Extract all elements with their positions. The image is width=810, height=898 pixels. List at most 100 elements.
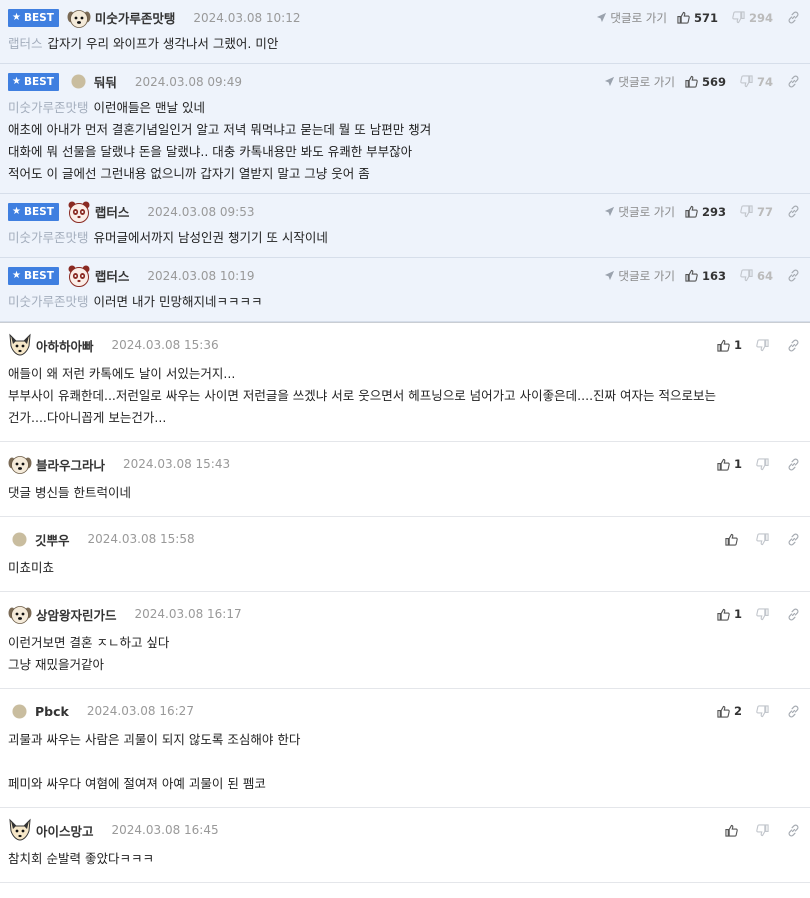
- downvote-button[interactable]: 64: [740, 269, 773, 283]
- permalink-button[interactable]: [787, 75, 800, 88]
- reply-target-nick[interactable]: 미숫가루존맛탱: [8, 230, 89, 245]
- star-icon: ★: [12, 206, 21, 217]
- comment-body: 랩터스 갑자기 우리 와이프가 생각나서 그랬어. 미안: [8, 33, 802, 63]
- default-avatar-icon: [71, 74, 86, 89]
- upvote-button[interactable]: 1: [717, 607, 742, 621]
- comment-line: 미쵸미쵸: [8, 557, 802, 579]
- comment-line: 부부사이 유쾌한데...저런일로 싸우는 사이면 저런글을 쓰겠냐 서로 웃으면…: [8, 385, 802, 407]
- comment-line: 건가....다아니꼽게 보는건가...: [8, 407, 802, 429]
- dog-avatar-icon: [67, 9, 91, 28]
- comment-line: 댓글 병신들 한트럭이네: [8, 482, 802, 504]
- comment-line: 이런거보면 결혼 ㅈㄴ하고 싶다: [8, 632, 802, 654]
- downvote-button[interactable]: [756, 338, 773, 352]
- permalink-button[interactable]: [787, 11, 800, 24]
- downvote-button[interactable]: 294: [732, 11, 773, 25]
- thumbs-down-icon: [756, 532, 769, 545]
- comment-line: 참치회 순발력 좋았다ㅋㅋㅋ: [8, 848, 802, 870]
- comment-actions: 댓글로 가기 163 64: [604, 268, 800, 284]
- author-nick[interactable]: 아이스망고: [36, 821, 94, 840]
- fox-avatar-icon: [9, 333, 31, 356]
- comment-text: 페미와 싸우다 여혐에 절여져 아예 괴물이 된 펨코: [8, 776, 266, 791]
- author-nick[interactable]: 상암왕자린가드: [36, 605, 117, 624]
- upvote-button[interactable]: [725, 533, 742, 546]
- downvote-count: 64: [756, 268, 773, 283]
- comment-body: 댓글 병신들 한트럭이네: [8, 482, 802, 516]
- link-icon: [788, 339, 799, 351]
- go-to-reply-link[interactable]: 댓글로 가기: [596, 10, 667, 26]
- author-nick[interactable]: Pbck: [35, 704, 69, 719]
- comment-line: 미숫가루존맛탱 이런애들은 맨날 있네: [8, 97, 802, 119]
- go-to-reply-link[interactable]: 댓글로 가기: [604, 204, 675, 220]
- author-nick[interactable]: 깃뿌우: [35, 530, 70, 549]
- author-nick[interactable]: 블라우그라나: [36, 455, 105, 474]
- author-nick[interactable]: 랩터스: [95, 266, 130, 285]
- permalink-button[interactable]: [787, 458, 800, 471]
- downvote-button[interactable]: 74: [740, 75, 773, 89]
- upvote-count: 1: [733, 338, 742, 352]
- upvote-button[interactable]: 1: [717, 338, 742, 352]
- comment: 상암왕자린가드 2024.03.08 16:17 1 이런거보면 결혼 ㅈㄴ하고…: [0, 592, 810, 689]
- thumbs-down-icon: [756, 704, 769, 717]
- author-nick[interactable]: 아하하아빠: [36, 336, 94, 355]
- upvote-button[interactable]: 569: [685, 75, 726, 89]
- reply-target-nick[interactable]: 랩터스: [8, 36, 43, 51]
- comment-actions: 댓글로 가기 293 77: [604, 204, 800, 220]
- downvote-button[interactable]: [756, 704, 773, 718]
- dog-avatar-icon: [8, 606, 32, 624]
- comment: Pbck 2024.03.08 16:27 2 괴물과 싸우는 사람은 괴물이 …: [0, 689, 810, 808]
- permalink-button[interactable]: [787, 533, 800, 546]
- comment-text: 대화에 뭐 선물을 달랬냐 돈을 달랬냐.. 대충 카톡내용만 봐도 유쾌한 부…: [8, 144, 413, 159]
- link-icon: [788, 824, 799, 836]
- paper-plane-icon: [605, 206, 615, 217]
- reply-target-nick[interactable]: 미숫가루존맛탱: [8, 294, 89, 309]
- author-nick[interactable]: 미숫가루존맛탱: [95, 8, 176, 27]
- upvote-button[interactable]: 2: [717, 704, 742, 718]
- star-icon: ★: [12, 270, 21, 281]
- link-icon: [788, 269, 799, 282]
- author-nick[interactable]: 둬둬: [94, 72, 117, 91]
- thumbs-up-icon: [725, 533, 738, 546]
- upvote-button[interactable]: 571: [677, 11, 718, 25]
- thumbs-up-icon: [685, 75, 698, 88]
- permalink-button[interactable]: [787, 269, 800, 282]
- permalink-button[interactable]: [787, 824, 800, 837]
- upvote-button[interactable]: 1: [717, 457, 742, 471]
- go-to-reply-link[interactable]: 댓글로 가기: [604, 268, 675, 284]
- comment-text: 이러면 내가 민망해지네ㅋㅋㅋㅋ: [93, 294, 263, 309]
- comment-line: 페미와 싸우다 여혐에 절여져 아예 괴물이 된 펨코: [8, 773, 802, 795]
- best-badge: ★ BEST: [8, 266, 59, 285]
- author-nick[interactable]: 랩터스: [95, 202, 130, 221]
- comment-text: 미쵸미쵸: [8, 560, 55, 575]
- paper-plane-icon: [605, 76, 615, 87]
- comment-actions: 댓글로 가기 571 294: [596, 10, 800, 26]
- comment-line: 미숫가루존맛탱 이러면 내가 민망해지네ㅋㅋㅋㅋ: [8, 291, 802, 313]
- comment-text: 건가....다아니꼽게 보는건가...: [8, 410, 167, 425]
- fox-avatar-icon: [9, 818, 31, 841]
- downvote-button[interactable]: 77: [740, 205, 773, 219]
- downvote-button[interactable]: [756, 457, 773, 471]
- permalink-button[interactable]: [787, 339, 800, 352]
- comment-text: 괴물과 싸우는 사람은 괴물이 되지 않도록 조심해야 한다: [8, 732, 301, 747]
- upvote-button[interactable]: 293: [685, 205, 726, 219]
- go-to-reply-link[interactable]: 댓글로 가기: [604, 74, 675, 90]
- link-icon: [788, 533, 799, 545]
- downvote-button[interactable]: [756, 607, 773, 621]
- thumbs-down-icon: [756, 823, 769, 836]
- downvote-button[interactable]: [756, 532, 773, 546]
- link-icon: [788, 205, 799, 218]
- paper-plane-icon: [605, 270, 615, 281]
- comment-actions: 1: [717, 338, 800, 352]
- comment-date: 2024.03.08 09:53: [147, 204, 255, 219]
- link-icon: [788, 75, 799, 88]
- permalink-button[interactable]: [787, 705, 800, 718]
- permalink-button[interactable]: [787, 205, 800, 218]
- downvote-button[interactable]: [756, 823, 773, 837]
- thumbs-down-icon: [756, 607, 769, 620]
- comment-body: 이런거보면 결혼 ㅈㄴ하고 싶다 그냥 재밌을거같아: [8, 632, 802, 688]
- permalink-button[interactable]: [787, 608, 800, 621]
- upvote-button[interactable]: 163: [685, 269, 726, 283]
- upvote-button[interactable]: [725, 824, 742, 837]
- best-badge: ★ BEST: [8, 8, 59, 27]
- comment-list: 아하하아빠 2024.03.08 15:36 1 애들이 왜 저런 카톡에도 날…: [0, 323, 810, 883]
- reply-target-nick[interactable]: 미숫가루존맛탱: [8, 100, 89, 115]
